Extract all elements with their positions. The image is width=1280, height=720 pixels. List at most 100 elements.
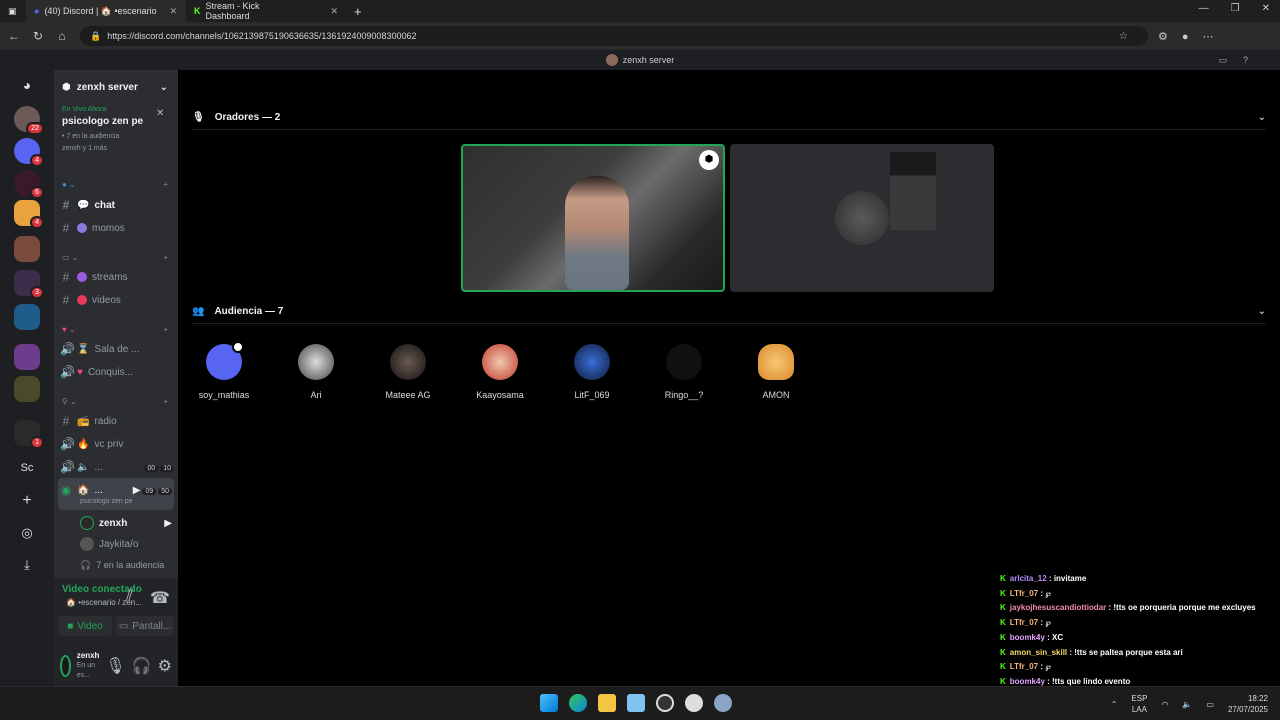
add-channel-icon[interactable]: + xyxy=(163,253,168,262)
audience-member[interactable]: Kaayosama xyxy=(472,344,528,400)
clock[interactable]: 18:22 27/07/2025 xyxy=(1228,693,1268,715)
stage-member[interactable]: zenxh ▶ xyxy=(80,513,172,533)
avatar[interactable] xyxy=(60,654,71,677)
chat-username[interactable]: jaykojhesuscandiottiodar xyxy=(1010,603,1106,612)
shield-icon[interactable]: ⬢ xyxy=(699,150,719,170)
server-folder-icon[interactable]: 1 xyxy=(14,420,44,449)
audience-member[interactable]: AMON xyxy=(748,344,804,400)
microphone-icon[interactable]: 🎙 xyxy=(105,656,125,676)
settings-gear-icon[interactable] xyxy=(714,694,732,712)
channel-momos[interactable]: # momos xyxy=(60,218,174,238)
server-icon[interactable]: 4 xyxy=(14,138,44,167)
obs-icon[interactable] xyxy=(656,694,674,712)
discord-home-icon[interactable]: ◕ xyxy=(14,72,40,98)
speaker-audio-tile[interactable] xyxy=(730,144,994,292)
channel-stage-active[interactable]: ◉ 🏠... ▶ 09 50 psicologo zen pe xyxy=(58,478,174,510)
settings-gear-icon[interactable]: ⚙ xyxy=(158,656,172,676)
wifi-icon[interactable]: ◠ xyxy=(1161,699,1168,710)
chat-username[interactable]: arlcita_12 xyxy=(1010,574,1047,583)
stage-audience-count[interactable]: 🎧 7 en la audiencia xyxy=(80,555,172,575)
profile-icon[interactable]: ● xyxy=(1182,31,1203,43)
channel-vc-priv[interactable]: 🔊 🔥 vc priv xyxy=(60,434,174,454)
battery-icon[interactable]: ▭ xyxy=(1206,699,1214,710)
help-icon[interactable]: ? xyxy=(1243,55,1264,65)
stage-member[interactable]: Jaykita/o xyxy=(80,534,172,554)
category-header[interactable]: ● ⌄ + xyxy=(62,180,168,189)
add-channel-icon[interactable]: + xyxy=(163,180,168,189)
channel-voice-limited[interactable]: 🔊 🔈... 00 10 xyxy=(60,457,174,477)
edge-browser-icon[interactable] xyxy=(569,694,587,712)
tab-actions[interactable]: ▣ xyxy=(0,0,26,22)
windows-start-icon[interactable] xyxy=(540,694,558,712)
inbox-icon[interactable]: ▭ xyxy=(1218,55,1243,65)
channel-radio[interactable]: # 📻 radio xyxy=(60,411,174,431)
video-button[interactable]: ■ Video xyxy=(58,616,112,636)
file-explorer-icon[interactable] xyxy=(598,694,616,712)
add-channel-icon[interactable]: + xyxy=(163,325,168,334)
speaker-video-tile[interactable]: ⬢ xyxy=(461,144,725,292)
refresh-icon[interactable]: ↻ xyxy=(26,29,50,43)
minimize-icon[interactable]: — xyxy=(1199,3,1209,14)
category-header[interactable]: ⚲ ⌄ + xyxy=(62,397,168,406)
notepad-icon[interactable] xyxy=(627,694,645,712)
server-text-icon[interactable]: Sc xyxy=(14,455,40,481)
close-icon[interactable]: ✕ xyxy=(156,108,164,119)
channel-sala[interactable]: 🔊 ⌛ Sala de ... xyxy=(60,339,174,359)
audience-member[interactable]: soy_mathias xyxy=(196,341,252,400)
server-folder-icon[interactable] xyxy=(14,344,40,370)
chat-username[interactable]: amon_sin_skill xyxy=(1010,648,1067,657)
audience-member[interactable]: Ari xyxy=(288,344,344,400)
chat-username[interactable]: LTfr_07 xyxy=(1010,662,1038,671)
server-icon[interactable]: 4 xyxy=(14,200,44,229)
speaker-video-person xyxy=(565,176,629,290)
chat-username[interactable]: LTfr_07 xyxy=(1010,589,1038,598)
close-window-icon[interactable]: ✕ xyxy=(1262,3,1270,14)
audience-member[interactable]: Ringo__? xyxy=(656,344,712,400)
audience-member[interactable]: Mateee AG xyxy=(380,344,436,400)
maximize-icon[interactable]: ❐ xyxy=(1231,3,1240,14)
tab-kick[interactable]: K Stream - Kick Dashboard ✕ xyxy=(186,0,346,22)
favorite-icon[interactable]: ☆ xyxy=(1119,31,1138,42)
channel-streams[interactable]: # streams xyxy=(60,267,174,287)
category-header[interactable]: ♥ ⌄ + xyxy=(62,325,168,334)
server-header[interactable]: ⬢ zenxh server ⌄ xyxy=(54,70,178,104)
server-folder-icon[interactable] xyxy=(14,304,40,330)
steam-icon[interactable] xyxy=(685,694,703,712)
server-icon[interactable]: 22 xyxy=(14,106,44,135)
server-folder-icon[interactable] xyxy=(14,376,40,402)
headphones-icon[interactable]: 🎧 xyxy=(132,656,152,676)
noise-suppression-icon[interactable]: ⫽ xyxy=(126,588,133,606)
language-indicator[interactable]: ESP LAA xyxy=(1131,693,1147,715)
disconnect-icon[interactable]: ☎ xyxy=(150,588,170,608)
audience-header[interactable]: 👥 Audiencia — 7 ⌄ xyxy=(192,304,1266,324)
chat-username[interactable]: LTfr_07 xyxy=(1010,618,1038,627)
add-channel-icon[interactable]: + xyxy=(163,397,168,406)
server-icon-selected[interactable] xyxy=(14,236,40,262)
tray-overflow-icon[interactable]: ⌃ xyxy=(1111,699,1118,710)
server-folder-icon[interactable]: 3 xyxy=(14,270,44,299)
close-icon[interactable]: ✕ xyxy=(330,6,338,17)
screen-share-button[interactable]: ▭ Pantall... xyxy=(116,616,174,636)
channel-chat[interactable]: # 💬 chat xyxy=(60,195,174,215)
volume-icon[interactable]: 🔈 xyxy=(1182,699,1192,710)
back-icon[interactable]: ← xyxy=(2,29,26,43)
chat-username[interactable]: boomk4y xyxy=(1010,677,1045,686)
close-icon[interactable]: ✕ xyxy=(170,6,178,17)
new-tab-button[interactable]: + xyxy=(346,0,370,22)
channel-conquis[interactable]: 🔊 ♥ Conquis... xyxy=(60,362,174,382)
audience-member[interactable]: LitF_069 xyxy=(564,344,620,400)
server-icon[interactable]: 6 xyxy=(14,170,44,199)
category-header[interactable]: ▭ ⌄ + xyxy=(62,253,168,262)
tab-discord[interactable]: ● (40) Discord | 🏠 •escenario ✕ xyxy=(26,0,186,22)
chat-username[interactable]: boomk4y xyxy=(1010,633,1045,642)
url-field[interactable]: 🔒 https://discord.com/channels/106213987… xyxy=(80,26,1148,46)
speakers-header[interactable]: 🎙 Oradores — 2 ⌄ xyxy=(192,110,1266,130)
explore-icon[interactable]: ◎ xyxy=(14,520,40,546)
home-icon[interactable]: ⌂ xyxy=(50,29,74,43)
menu-icon[interactable]: ⋯ xyxy=(1203,31,1228,43)
download-icon[interactable]: ⤓ xyxy=(14,552,40,578)
channel-videos[interactable]: # videos xyxy=(60,290,174,310)
add-server-icon[interactable]: + xyxy=(14,488,40,514)
user-info[interactable]: zenxh En un es... xyxy=(77,651,100,681)
extensions-icon[interactable]: ⚙ xyxy=(1158,31,1182,43)
